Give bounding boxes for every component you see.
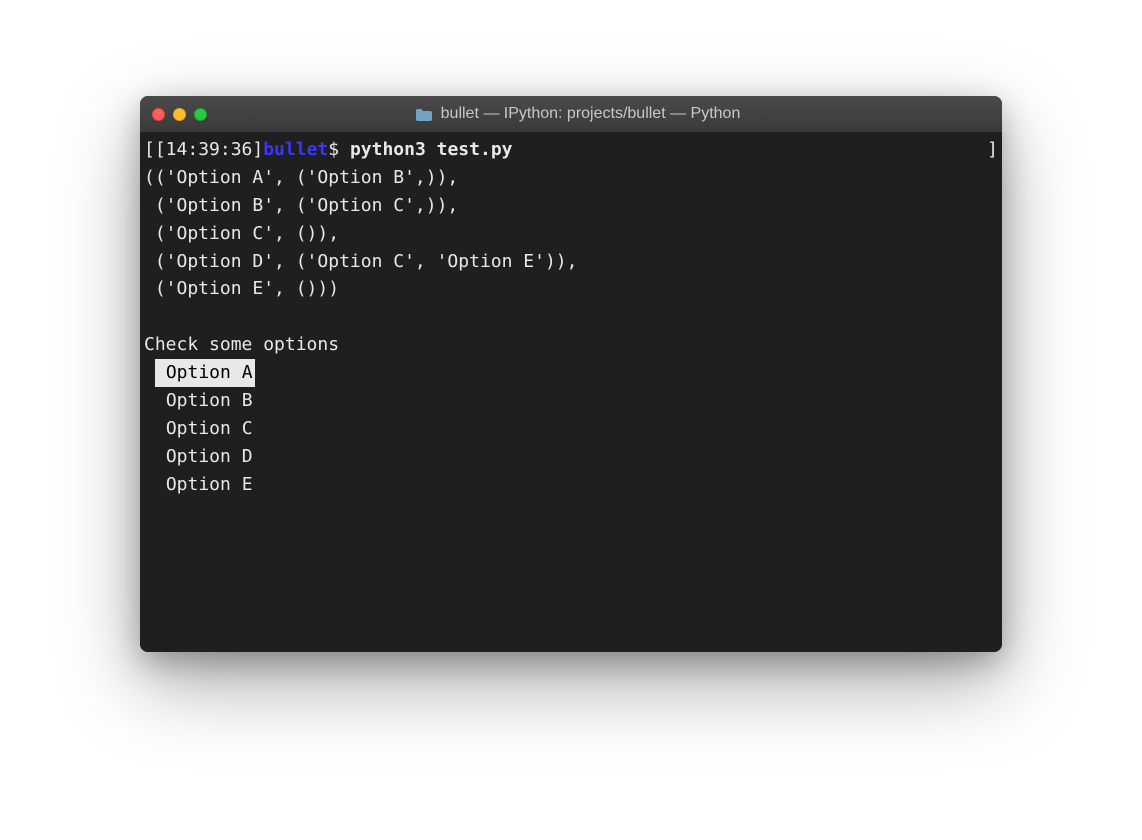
prompt-timestamp: [14:39:36] xyxy=(155,139,263,160)
titlebar: bullet — IPython: projects/bullet — Pyth… xyxy=(140,96,1002,132)
folder-icon xyxy=(415,107,433,121)
option-item[interactable]: Option C xyxy=(155,415,255,443)
option-line[interactable]: Option D xyxy=(144,443,998,471)
option-line[interactable]: Option A xyxy=(144,359,998,387)
prompt-open-bracket: [ xyxy=(144,139,155,160)
output-line: (('Option A', ('Option B',)), xyxy=(144,164,998,192)
option-item[interactable]: Option D xyxy=(155,443,255,471)
terminal-window: bullet — IPython: projects/bullet — Pyth… xyxy=(140,96,1002,652)
output-line: ('Option D', ('Option C', 'Option E')), xyxy=(144,248,998,276)
window-title: bullet — IPython: projects/bullet — Pyth… xyxy=(441,105,741,123)
option-line[interactable]: Option E xyxy=(144,471,998,499)
option-item[interactable]: Option E xyxy=(155,471,255,499)
prompt-line: [[14:39:36]bullet$ python3 test.py] xyxy=(144,136,998,164)
terminal-body[interactable]: [[14:39:36]bullet$ python3 test.py](('Op… xyxy=(140,132,1002,652)
output-block: (('Option A', ('Option B',)), ('Option B… xyxy=(144,164,998,303)
option-item[interactable]: Option B xyxy=(155,387,255,415)
prompt-command: python3 test.py xyxy=(350,139,513,160)
output-line: ('Option C', ()), xyxy=(144,220,998,248)
option-item[interactable]: Option A xyxy=(155,359,255,387)
option-line[interactable]: Option B xyxy=(144,387,998,415)
prompt-dirname: bullet xyxy=(263,139,328,160)
prompt-close-bracket: ] xyxy=(987,136,998,164)
option-line[interactable]: Option C xyxy=(144,415,998,443)
close-icon[interactable] xyxy=(152,108,165,121)
output-line: ('Option E', ())) xyxy=(144,275,998,303)
checklist[interactable]: Option A Option B Option C Option D Opti… xyxy=(144,359,998,498)
checklist-heading: Check some options xyxy=(144,331,998,359)
prompt-dollar: $ xyxy=(328,139,339,160)
title-wrap: bullet — IPython: projects/bullet — Pyth… xyxy=(165,105,990,123)
output-line: ('Option B', ('Option C',)), xyxy=(144,192,998,220)
